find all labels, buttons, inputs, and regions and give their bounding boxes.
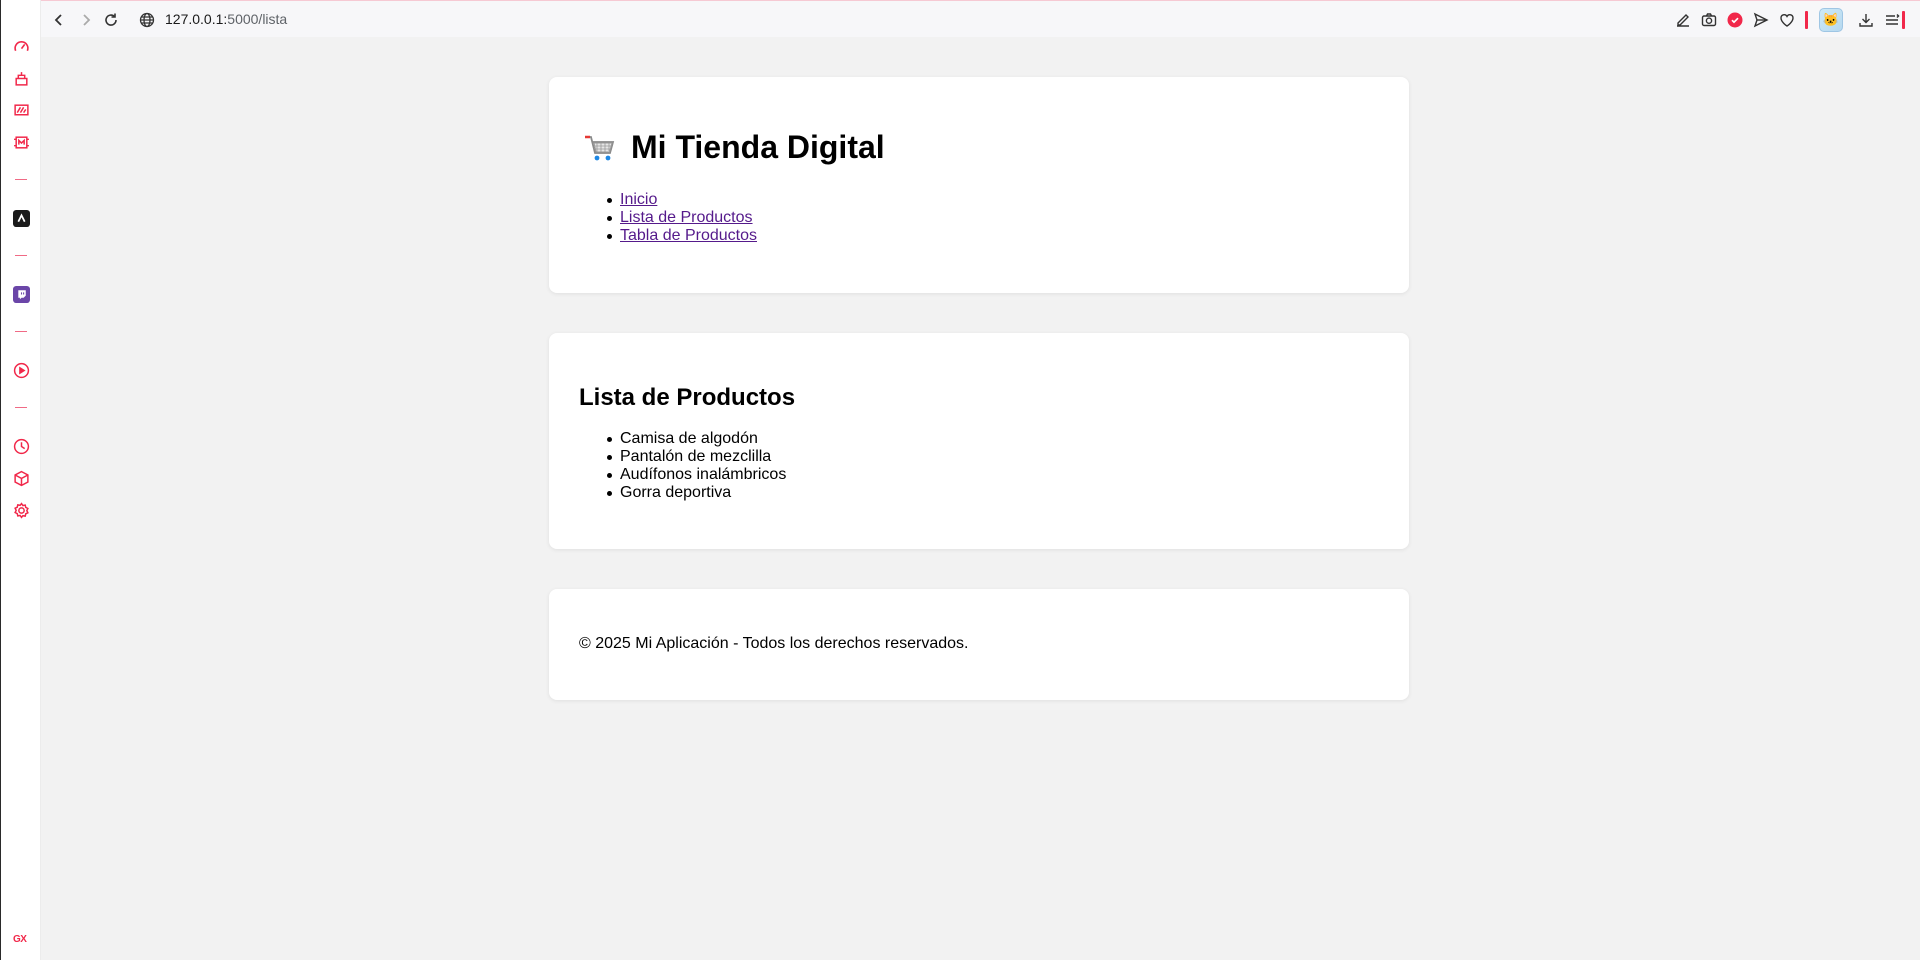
nav-link-tabla[interactable]: Tabla de Productos (620, 227, 757, 244)
globe-icon (137, 10, 157, 30)
nav-link-inicio[interactable]: Inicio (620, 191, 657, 208)
twitch-icon[interactable] (11, 284, 31, 304)
url-host: 127.0.0.1: (165, 11, 228, 27)
sidebar: GX (0, 0, 41, 960)
aria-icon[interactable] (11, 208, 31, 228)
heart-icon[interactable] (1777, 10, 1797, 30)
site-title: Mi Tienda Digital (631, 129, 885, 165)
header-card: Mi Tienda Digital Inicio Lista de Produc… (549, 77, 1409, 293)
nav-item: Lista de Productos (589, 209, 757, 227)
address-bar[interactable]: 127.0.0.1:5000/lista (165, 11, 287, 27)
sidebar-divider (15, 407, 27, 408)
page-title: Mi Tienda Digital (583, 129, 885, 166)
gaming-icon[interactable] (11, 100, 31, 120)
extensions-icon[interactable] (11, 468, 31, 488)
shopping-cart-icon (585, 135, 615, 160)
divider-bar (1805, 11, 1808, 29)
list-item: Pantalón de mezclilla (589, 448, 786, 466)
reload-icon[interactable] (101, 10, 121, 30)
footer-text: © 2025 Mi Aplicación - Todos los derecho… (579, 635, 969, 652)
browser-toolbar: 127.0.0.1:5000/lista 🐱 (41, 0, 1920, 37)
sidebar-divider (15, 255, 27, 256)
back-icon[interactable] (49, 10, 69, 30)
section-heading: Lista de Productos (579, 384, 796, 411)
forward-icon[interactable] (76, 10, 96, 30)
memory-icon[interactable] (11, 132, 31, 152)
menu-icon[interactable] (1882, 10, 1902, 30)
history-icon[interactable] (11, 436, 31, 456)
footer-card: © 2025 Mi Aplicación - Todos los derecho… (549, 589, 1409, 700)
products-card: Lista de Productos Camisa de algodón Pan… (549, 333, 1409, 549)
sidebar-divider (15, 331, 27, 332)
settings-icon[interactable] (11, 500, 31, 520)
clean-icon[interactable] (11, 68, 31, 88)
nav-item: Tabla de Productos (589, 227, 757, 245)
avatar[interactable]: 🐱 (1819, 8, 1843, 32)
edit-page-icon[interactable] (1673, 10, 1693, 30)
url-path: 5000/lista (227, 11, 288, 27)
sidebar-divider (15, 179, 27, 180)
nav-list: Inicio Lista de Productos Tabla de Produ… (589, 191, 757, 245)
gx-logo: GX (13, 934, 27, 945)
camera-icon[interactable] (1699, 10, 1719, 30)
download-icon[interactable] (1856, 10, 1876, 30)
list-item: Camisa de algodón (589, 430, 786, 448)
divider-bar (1902, 11, 1905, 29)
speed-dial-icon[interactable] (11, 36, 31, 56)
send-icon[interactable] (1751, 10, 1771, 30)
shield-icon[interactable] (1725, 10, 1745, 30)
player-icon[interactable] (11, 360, 31, 380)
product-list: Camisa de algodón Pantalón de mezclilla … (589, 430, 786, 502)
list-item: Gorra deportiva (589, 484, 786, 502)
list-item: Audífonos inalámbricos (589, 466, 786, 484)
nav-item: Inicio (589, 191, 757, 209)
nav-link-lista[interactable]: Lista de Productos (620, 209, 753, 226)
